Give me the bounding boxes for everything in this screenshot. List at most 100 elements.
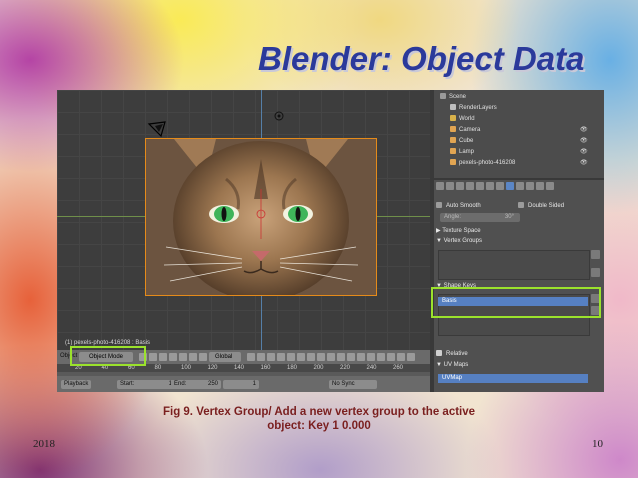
timeline-tick-label: 100 (181, 365, 192, 371)
outliner-item-icon (450, 148, 456, 154)
manipulator-icon[interactable] (159, 353, 167, 361)
end-label: End: (174, 381, 187, 387)
blender-screenshot: (1) pexels-photo-416208 : Basis Object O… (57, 90, 604, 392)
layer-icon[interactable] (297, 353, 305, 361)
vertex-group-menu-button[interactable] (591, 268, 600, 277)
outliner-item-label: World (459, 116, 475, 122)
outliner-item-label: Scene (449, 94, 467, 100)
timeline-tick-label: 160 (260, 365, 271, 371)
outliner-item[interactable]: Camera 👁 (434, 125, 588, 135)
world-tab-icon[interactable] (466, 182, 474, 190)
relative-row: Relative (436, 350, 602, 357)
outliner-item[interactable]: Cube 👁 (434, 136, 588, 146)
layer-icon[interactable] (337, 353, 345, 361)
visibility-eye-icon[interactable]: 👁 (580, 136, 588, 146)
layer-icon[interactable] (267, 353, 275, 361)
lamp-gizmo-icon[interactable] (273, 110, 285, 122)
image-plane[interactable] (145, 138, 377, 296)
layer-icon[interactable] (277, 353, 285, 361)
object-mode-highlight (70, 346, 146, 366)
physics-tab-icon[interactable] (546, 182, 554, 190)
layer-icon[interactable] (387, 353, 395, 361)
playback-bar: Playback Start: 1 End: 250 1 No Sync (57, 376, 430, 392)
layer-icon[interactable] (287, 353, 295, 361)
constraints-tab-icon[interactable] (486, 182, 494, 190)
auto-smooth-checkbox[interactable] (436, 202, 442, 208)
render-tab-icon[interactable] (436, 182, 444, 190)
caption-line-2: object: Key 1 0.000 (267, 420, 371, 432)
layers-tab-icon[interactable] (446, 182, 454, 190)
slide-title: Blender: Object Data (258, 40, 585, 77)
start-label: Start: (120, 381, 135, 387)
timeline-tick-label: 80 (154, 365, 162, 371)
outliner-item-label: Cube (459, 138, 474, 144)
properties-panel: Auto Smooth Double Sided Angle: 30° ▶ Te… (434, 180, 604, 392)
shading-icons (139, 353, 207, 361)
pivot-icon[interactable] (149, 353, 157, 361)
layer-icon[interactable] (307, 353, 315, 361)
outliner-item-icon (450, 104, 456, 110)
playback-menu[interactable]: Playback (61, 380, 92, 389)
modifiers-tab-icon[interactable] (496, 182, 504, 190)
translate-icon[interactable] (169, 353, 177, 361)
layer-icon[interactable] (257, 353, 265, 361)
page-number: 10 (592, 438, 603, 450)
data-tab-icon[interactable] (506, 182, 514, 190)
uv-map-row[interactable]: UVMap (438, 374, 588, 383)
outliner-item[interactable]: pexels-photo-416208 👁 (434, 158, 588, 168)
outliner-item-icon (450, 126, 456, 132)
layer-icon[interactable] (407, 353, 415, 361)
layer-icon[interactable] (357, 353, 365, 361)
start-frame-field[interactable]: Start: 1 (117, 380, 175, 389)
add-vertex-group-button[interactable] (591, 250, 600, 259)
layer-icon[interactable] (327, 353, 335, 361)
visibility-eye-icon[interactable]: 👁 (580, 158, 588, 168)
layer-icon[interactable] (347, 353, 355, 361)
layer-icon[interactable] (367, 353, 375, 361)
object-tab-icon[interactable] (476, 182, 484, 190)
scale-icon[interactable] (189, 353, 197, 361)
visibility-eye-icon[interactable]: 👁 (580, 125, 588, 135)
material-tab-icon[interactable] (516, 182, 524, 190)
outliner-item[interactable]: Scene (434, 92, 466, 102)
texture-space-header[interactable]: ▶ Texture Space (436, 227, 602, 234)
caption-line-1: Fig 9. Vertex Group/ Add a new vertex gr… (162, 406, 476, 418)
layer-icon[interactable] (397, 353, 405, 361)
uv-maps-header[interactable]: ▼ UV Maps (436, 362, 602, 368)
timeline-tick-label: 120 (207, 365, 218, 371)
transform-orientation-dropdown[interactable]: Global (209, 352, 241, 362)
outliner-item-icon (450, 115, 456, 121)
outliner-item-label: Lamp (459, 149, 475, 155)
cat-photo-image (146, 139, 376, 295)
end-frame-field[interactable]: End: 250 (171, 380, 221, 389)
layer-icon[interactable] (377, 353, 385, 361)
outliner-panel: Scene RenderLayers World Camera 👁 Cube 👁 Lamp 👁 p… (434, 90, 604, 178)
camera-gizmo-icon[interactable] (147, 120, 171, 140)
vertex-groups-label: Vertex Groups (443, 238, 482, 244)
timeline-tick-label: 180 (287, 365, 298, 371)
sync-dropdown[interactable]: No Sync (329, 380, 377, 389)
visibility-eye-icon[interactable]: 👁 (580, 147, 588, 157)
rotate-icon[interactable] (179, 353, 187, 361)
vertex-groups-list[interactable] (438, 250, 590, 280)
relative-checkbox[interactable] (436, 350, 442, 356)
outliner-item[interactable]: RenderLayers (434, 103, 497, 113)
vertex-groups-header[interactable]: ▼ Vertex Groups (436, 238, 602, 244)
angle-field[interactable]: Angle: 30° (440, 213, 520, 222)
timeline-tick-label: 220 (340, 365, 351, 371)
layer-icon[interactable] (317, 353, 325, 361)
3d-viewport[interactable]: (1) pexels-photo-416208 : Basis (57, 90, 430, 350)
scene-tab-icon[interactable] (456, 182, 464, 190)
texture-tab-icon[interactable] (526, 182, 534, 190)
outliner-item[interactable]: World (434, 114, 475, 124)
outliner-item-icon (450, 137, 456, 143)
outliner-item[interactable]: Lamp 👁 (434, 147, 588, 157)
timeline-tick-label: 140 (234, 365, 245, 371)
outliner-item-icon (450, 159, 456, 165)
particles-tab-icon[interactable] (536, 182, 544, 190)
current-frame-field[interactable]: 1 (223, 380, 259, 389)
layer-icon[interactable] (247, 353, 255, 361)
double-sided-checkbox[interactable] (518, 202, 524, 208)
snap-icon[interactable] (199, 353, 207, 361)
layer-icons (247, 353, 415, 361)
